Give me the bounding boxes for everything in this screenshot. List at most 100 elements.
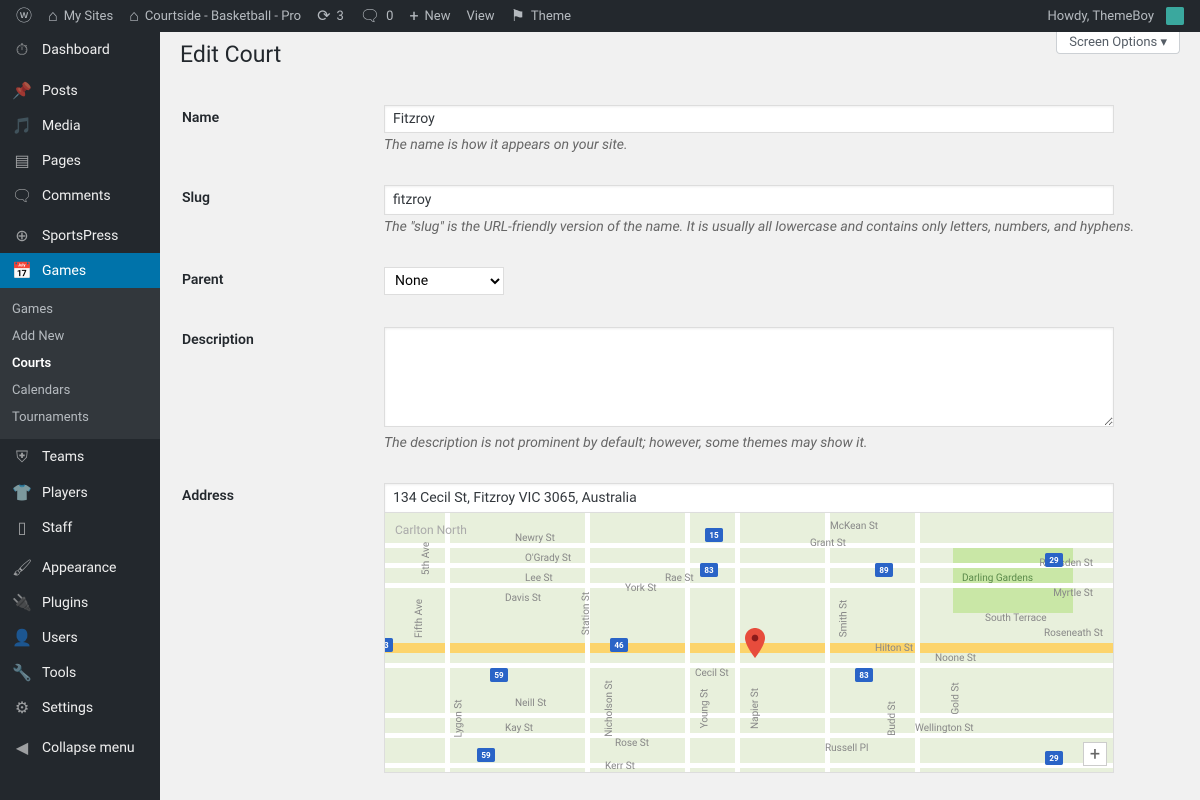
map-pin [745,628,765,658]
wrench-icon: 🔧 [12,663,32,682]
comment-icon: 🗨 [12,186,32,205]
avatar [1166,7,1184,25]
collapse-icon: ◀ [12,738,32,757]
submenu-games[interactable]: Games [0,296,160,323]
ball-icon: ⊕ [12,226,32,245]
comment-icon: 🗨 [360,8,380,24]
submenu-tournaments[interactable]: Tournaments [0,404,160,431]
page-icon: ▤ [12,151,32,170]
map-shield: 15 [705,528,723,542]
menu-label: Players [42,485,88,501]
my-sites[interactable]: ⌂My Sites [40,0,121,32]
slug-description: The "slug" is the URL-friendly version o… [384,219,1154,235]
pin-icon: 📌 [12,81,32,100]
map-street-label: Grant St [810,538,846,549]
map-road [385,563,1113,568]
comments-count: 0 [386,9,393,24]
menu-users[interactable]: 👤Users [0,620,160,655]
map-street-label: Nicholson St [604,680,615,737]
menu-label: Plugins [42,595,88,611]
menu-label: Pages [42,153,81,169]
map-road [825,513,830,772]
menu-posts[interactable]: 📌 Posts [0,73,160,108]
submenu-courts[interactable]: Courts [0,350,160,377]
menu-settings[interactable]: ⚙Settings [0,690,160,725]
map-street-label: Noone St [935,653,976,664]
parent-select[interactable]: None [384,267,504,295]
map-street-label: Lee St [525,573,553,584]
map-road [385,763,1113,768]
map-street-label: Lygon St [453,700,464,738]
map-street-label: Davis St [505,593,541,604]
new-content[interactable]: +New [401,0,458,32]
shield-icon: ⛨ [12,447,32,467]
menu-sportspress[interactable]: ⊕SportsPress [0,218,160,253]
admin-bar: ⓦ ⌂My Sites ⌂Courtside - Basketball - Pr… [0,0,1200,32]
menu-games[interactable]: 📅 Games [0,253,160,288]
map-street-label: Gold St [951,682,962,714]
slug-input[interactable] [384,185,1114,215]
menu-label: Dashboard [42,42,110,58]
theme[interactable]: ⚑Theme [503,0,579,32]
menu-teams[interactable]: ⛨ Teams [0,439,160,475]
menu-staff[interactable]: ▯Staff [0,510,160,545]
map-street-label: Napier St [750,688,761,729]
menu-comments[interactable]: 🗨 Comments [0,178,160,213]
submenu-add-new[interactable]: Add New [0,323,160,350]
description-label: Description [182,312,382,466]
map-road [585,513,590,772]
description-description: The description is not prominent by defa… [384,435,1154,451]
map-street-label: Roseneath St [1044,628,1103,639]
menu-appearance[interactable]: 🖌Appearance [0,550,160,585]
map-street-label: Kay St [505,723,533,734]
view[interactable]: View [458,0,502,32]
menu-label: Games [42,263,86,279]
map-street-label: Newry St [515,533,555,544]
menu-label: Appearance [42,560,116,576]
slug-label: Slug [182,170,382,250]
map-street-label: Young St [699,689,710,729]
menu-players[interactable]: 👕Players [0,475,160,510]
menu-label: Collapse menu [42,740,135,756]
map-shield: 83 [384,638,393,652]
screen-options-toggle[interactable]: Screen Options [1056,32,1180,54]
wordpress-icon: ⓦ [16,8,32,24]
map-street-label: Rae St [665,573,694,584]
description-textarea[interactable] [384,327,1114,427]
menu-pages[interactable]: ▤ Pages [0,143,160,178]
calendar-icon: 📅 [12,261,32,280]
map-road [385,583,1113,588]
updates-count: 3 [337,9,344,24]
id-icon: ▯ [12,518,32,537]
comments[interactable]: 🗨0 [352,0,402,32]
name-input[interactable] [384,105,1114,133]
map-street-label: South Terrace [985,613,1047,624]
address-input[interactable] [384,483,1114,513]
menu-tools[interactable]: 🔧Tools [0,655,160,690]
map-shield: 59 [477,748,495,762]
my-account[interactable]: Howdy, ThemeBoy [1040,0,1192,32]
map-zoom-in[interactable]: + [1083,742,1107,766]
map-street-label: Myrtle St [1053,588,1093,599]
updates[interactable]: ⟳3 [309,0,352,32]
howdy-label: Howdy, ThemeBoy [1048,9,1154,24]
menu-label: Teams [42,449,84,465]
map-area-label: Carlton North [395,523,467,537]
map-street-label: Neill St [515,698,546,709]
menu-plugins[interactable]: 🔌Plugins [0,585,160,620]
map[interactable]: Darling Gardens [384,513,1114,773]
map-street-label: York St [625,583,657,594]
wp-logo[interactable]: ⓦ [8,0,40,32]
menu-dashboard[interactable]: ⏱Dashboard [0,32,160,68]
site-name[interactable]: ⌂Courtside - Basketball - Pro [121,0,309,32]
map-shield: 29 [1045,751,1063,765]
collapse-menu[interactable]: ◀ Collapse menu [0,730,160,765]
submenu-calendars[interactable]: Calendars [0,377,160,404]
map-street-label: Cecil St [695,668,729,679]
map-road [385,543,1113,548]
menu-label: Posts [42,83,78,99]
name-description: The name is how it appears on your site. [384,137,1154,153]
menu-label: Comments [42,188,111,204]
menu-media[interactable]: 🎵Media [0,108,160,143]
plus-icon: + [409,8,418,24]
